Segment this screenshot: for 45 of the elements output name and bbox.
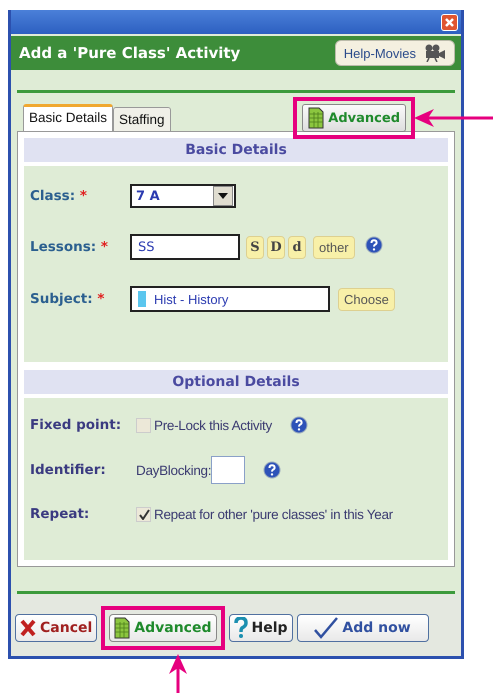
help-movies-button[interactable]: Help-Movies bbox=[334, 40, 455, 66]
tab[interactable]: Staffing bbox=[113, 107, 171, 131]
field-label: Fixed point: bbox=[30, 417, 122, 433]
dayblocking-field[interactable] bbox=[211, 456, 246, 484]
checkbox-label: Repeat for other 'pure classes' in this Year bbox=[154, 506, 393, 522]
checkbox[interactable] bbox=[136, 418, 151, 432]
lesson-button[interactable]: other bbox=[313, 236, 355, 258]
spreadsheet-icon bbox=[114, 617, 130, 639]
required-asterisk: * bbox=[100, 239, 108, 255]
cross-icon bbox=[20, 619, 36, 637]
film-camera-icon bbox=[424, 44, 446, 62]
section-header: Optional Details bbox=[24, 370, 448, 394]
window-title: Add a 'Pure Class' Activity bbox=[19, 44, 240, 62]
lessons-field[interactable]: SS bbox=[130, 234, 240, 260]
field-label: DayBlocking: bbox=[136, 462, 212, 478]
help-button[interactable]: Help bbox=[228, 614, 293, 642]
field-label: Repeat: bbox=[30, 506, 90, 522]
help-icon[interactable] bbox=[290, 416, 308, 434]
checkmark-icon bbox=[314, 617, 338, 639]
spreadsheet-icon bbox=[308, 107, 324, 129]
question-mark-icon bbox=[234, 617, 248, 639]
field-label: Identifier: bbox=[30, 462, 107, 478]
field-label: Subject: bbox=[30, 291, 93, 307]
class-dropdown[interactable]: 7 A bbox=[130, 184, 236, 208]
advanced-button[interactable]: Advanced bbox=[109, 614, 216, 642]
lesson-button[interactable]: D bbox=[267, 236, 285, 258]
checkbox-label: Pre-Lock this Activity bbox=[154, 418, 272, 432]
lesson-button[interactable]: S bbox=[246, 236, 264, 258]
lesson-button[interactable]: d bbox=[288, 236, 306, 258]
required-asterisk: * bbox=[97, 291, 104, 307]
advanced-button[interactable]: Advanced bbox=[302, 104, 406, 132]
help-icon[interactable] bbox=[263, 461, 282, 479]
annotation-arrow bbox=[168, 654, 188, 693]
field-label: Class: bbox=[30, 188, 76, 204]
dropdown-arrow-icon[interactable] bbox=[218, 193, 228, 199]
add-button[interactable]: Add now bbox=[296, 614, 429, 642]
subject-field[interactable]: Hist - History bbox=[130, 286, 330, 312]
cancel-button[interactable]: Cancel bbox=[15, 614, 98, 642]
required-asterisk: * bbox=[80, 188, 87, 204]
tab[interactable]: Basic Details bbox=[23, 104, 114, 131]
field-label: Lessons: bbox=[30, 239, 96, 255]
checkbox[interactable] bbox=[136, 506, 151, 522]
choose-button[interactable]: Choose bbox=[338, 288, 395, 310]
section-header: Basic Details bbox=[24, 138, 448, 162]
help-icon[interactable] bbox=[364, 236, 383, 254]
